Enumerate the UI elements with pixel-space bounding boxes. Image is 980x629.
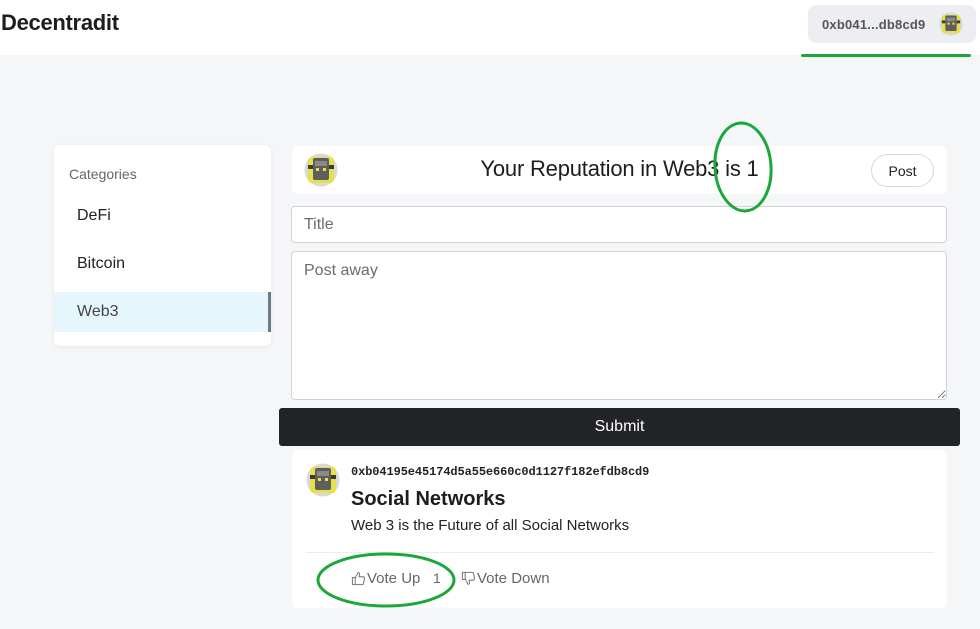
reputation-card: Your Reputation in Web3 is 1 Post	[292, 146, 947, 194]
post-title: Social Networks	[351, 488, 506, 510]
post-title-input[interactable]	[291, 206, 947, 243]
post-body-textarea[interactable]	[291, 251, 947, 400]
vote-up-button[interactable]: Vote Up	[351, 570, 420, 587]
reputation-title: Your Reputation in Web3 is 1	[480, 156, 759, 181]
brand-title[interactable]: Decentradit	[1, 10, 119, 36]
vote-up-label: Vote Up	[367, 570, 421, 587]
vote-down-button[interactable]: Vote Down	[461, 570, 550, 587]
post-button[interactable]: Post	[871, 154, 934, 187]
sidebar-heading: Categories	[69, 166, 137, 182]
thumbs-up-icon	[351, 572, 366, 586]
top-header: Decentradit 0xb041...db8cd9	[0, 0, 980, 55]
post-card: 0xb04195e45174d5a55e660c0d1127f182efdb8c…	[292, 450, 947, 608]
account-highlight-underline	[801, 54, 971, 57]
thumbs-down-icon	[461, 571, 476, 585]
vote-count: 1	[433, 570, 441, 586]
sidebar-item-bitcoin[interactable]: Bitcoin	[54, 244, 271, 284]
author-avatar-icon	[306, 463, 340, 497]
categories-sidebar: Categories DeFi Bitcoin Web3	[54, 145, 271, 346]
sidebar-item-web3[interactable]: Web3	[54, 292, 271, 332]
sidebar-item-defi[interactable]: DeFi	[54, 196, 271, 236]
post-divider	[306, 552, 934, 553]
post-body: Web 3 is the Future of all Social Networ…	[351, 517, 630, 534]
account-button[interactable]: 0xb041...db8cd9	[808, 5, 976, 43]
post-author-address: 0xb04195e45174d5a55e660c0d1127f182efdb8c…	[351, 465, 650, 479]
vote-down-label: Vote Down	[477, 570, 550, 587]
account-avatar-icon	[939, 12, 963, 36]
account-address: 0xb041...db8cd9	[822, 16, 926, 32]
submit-button[interactable]: Submit	[279, 408, 960, 446]
